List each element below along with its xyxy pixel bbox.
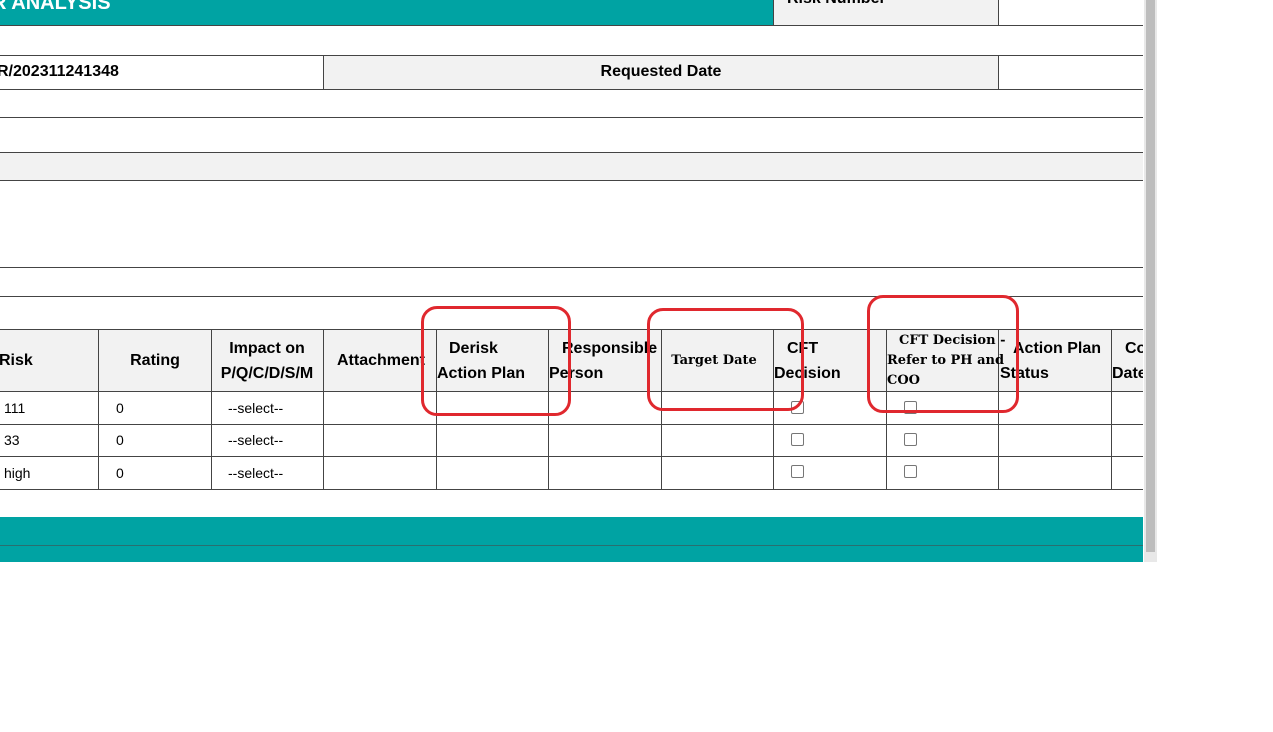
description-area[interactable] bbox=[0, 181, 1143, 267]
risk-number-label: Risk Number bbox=[787, 0, 886, 8]
divider bbox=[0, 117, 1143, 118]
cell-rating: 0 bbox=[116, 465, 124, 481]
form-page: { "header": { "title": "R ANALYSIS", "ri… bbox=[0, 0, 1273, 732]
divider bbox=[0, 489, 1143, 490]
impact-select[interactable]: --select-- bbox=[228, 424, 283, 456]
highlight-derisk-action-plan bbox=[421, 306, 571, 416]
scrollbar-thumb[interactable] bbox=[1146, 0, 1155, 552]
cft-refer-checkbox[interactable] bbox=[904, 433, 917, 446]
cell-rating: 0 bbox=[116, 432, 124, 448]
requested-date-label: Requested Date bbox=[600, 63, 722, 80]
header-band bbox=[0, 0, 773, 25]
divider bbox=[0, 267, 1143, 268]
section-header-band bbox=[0, 153, 1143, 180]
column-header-impact: Impact on P/Q/C/D/S/M bbox=[220, 339, 314, 382]
footer-band bbox=[0, 546, 1143, 562]
footer-band bbox=[0, 517, 1143, 545]
column-header-risk: Risk bbox=[0, 352, 33, 369]
column-header-rating: Rating bbox=[130, 352, 180, 369]
highlight-cft-decision-refer bbox=[867, 295, 1019, 413]
divider bbox=[323, 329, 324, 490]
risk-number-value bbox=[999, 0, 1143, 25]
page-title: R ANALYSIS bbox=[0, 0, 111, 14]
impact-select[interactable]: --select-- bbox=[228, 457, 283, 489]
cell-rating: 0 bbox=[116, 400, 124, 416]
impact-select[interactable]: --select-- bbox=[228, 392, 283, 424]
divider bbox=[0, 89, 1143, 90]
cft-decision-checkbox[interactable] bbox=[791, 465, 804, 478]
cell-risk: high bbox=[4, 465, 31, 481]
cell-risk: 111 bbox=[4, 400, 26, 416]
divider bbox=[773, 0, 774, 25]
highlight-target-date bbox=[647, 308, 804, 411]
requested-date-value[interactable] bbox=[999, 56, 1143, 89]
divider bbox=[0, 25, 1143, 26]
column-header-completion-date: Co Date bbox=[1112, 339, 1143, 382]
request-number-value: R/202311241348 bbox=[0, 63, 119, 80]
divider bbox=[0, 424, 1143, 425]
divider bbox=[0, 456, 1143, 457]
cft-decision-checkbox[interactable] bbox=[791, 433, 804, 446]
cft-refer-checkbox[interactable] bbox=[904, 465, 917, 478]
cell-risk: 33 bbox=[4, 432, 20, 448]
